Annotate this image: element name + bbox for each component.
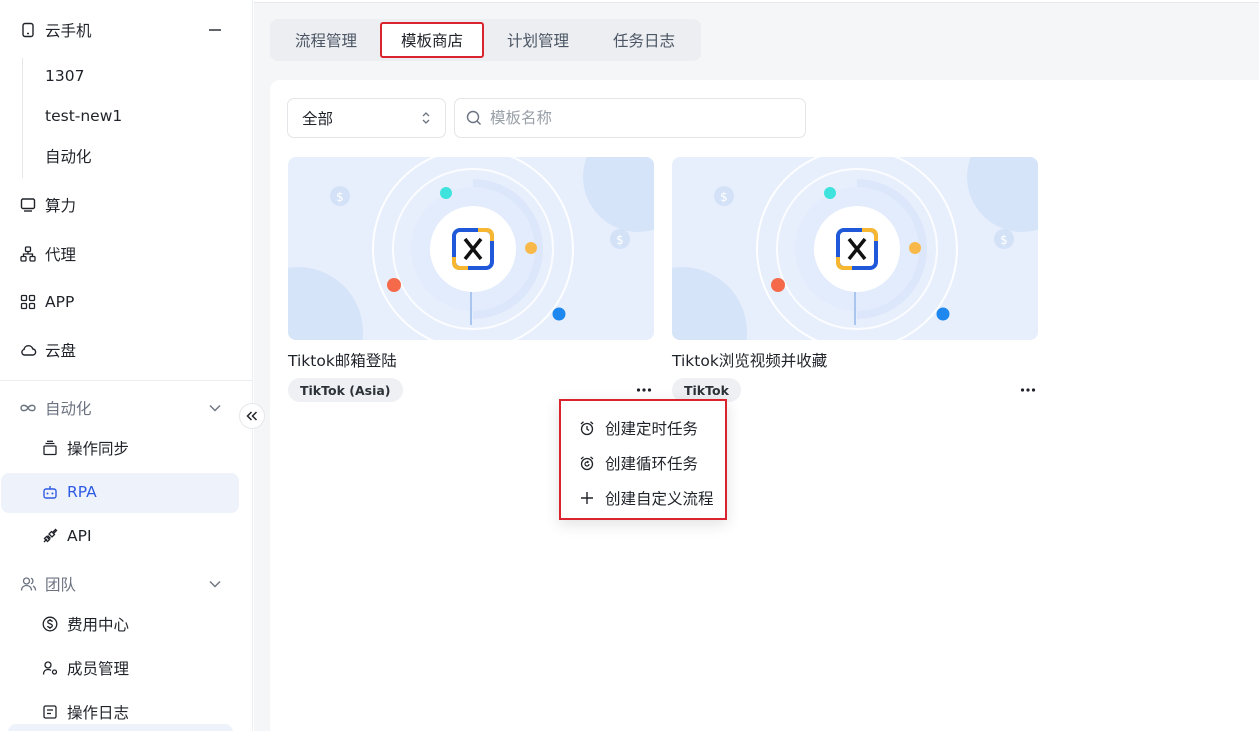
template-title: Tiktok浏览视频并收藏	[672, 352, 828, 370]
sidebar-item-app[interactable]: APP	[0, 282, 252, 322]
search-input[interactable]	[490, 107, 790, 129]
sidebar-group-label: 自动化	[45, 400, 92, 418]
top-bar	[254, 0, 1259, 3]
menu-item-create-loop-task[interactable]: 创建循环任务	[561, 445, 725, 480]
tab-plan-management[interactable]: 计划管理	[494, 19, 582, 61]
main-content: 流程管理 模板商店 计划管理 任务日志 全部 模板名称 $ $ Tiktok邮箱…	[254, 0, 1259, 731]
template-title: Tiktok邮箱登陆	[288, 352, 397, 370]
search-icon	[466, 110, 482, 130]
sidebar-item-label: 云盘	[45, 342, 77, 360]
template-panel: 全部 模板名称 $ $ Tiktok邮箱登陆 TikTok (Asia) $ $…	[270, 80, 1259, 731]
ellipsis-icon	[636, 388, 652, 392]
category-select[interactable]: 全部	[287, 98, 446, 138]
sidebar-item-billing[interactable]: 费用中心	[0, 604, 252, 644]
infinity-icon	[19, 399, 37, 417]
phone-icon	[19, 21, 37, 39]
template-card[interactable]: $ $ Tiktok邮箱登陆 TikTok (Asia)	[288, 157, 654, 405]
sidebar-item-label: API	[67, 527, 92, 545]
sidebar-item-members[interactable]: 成员管理	[0, 648, 252, 688]
sidebar-item-rpa[interactable]: RPA	[0, 472, 252, 512]
ellipsis-icon	[1020, 388, 1036, 392]
sidebar-item-label: 1307	[45, 67, 85, 85]
menu-item-label: 创建定时任务	[605, 419, 699, 438]
sidebar-item-cloud-phone[interactable]: 云手机	[0, 10, 252, 50]
sidebar-group-team[interactable]: 团队	[0, 564, 252, 604]
sidebar-phone-item[interactable]: 自动化	[0, 136, 252, 176]
tab-template-store[interactable]: 模板商店	[380, 22, 484, 58]
more-options-button[interactable]	[1018, 379, 1038, 401]
double-chevron-left-icon	[246, 411, 258, 421]
sidebar-item-label: 自动化	[45, 148, 92, 166]
sidebar-group-label: 团队	[45, 576, 77, 594]
search-box	[454, 98, 806, 138]
svg-text:$: $	[616, 233, 624, 247]
sidebar-item-label: 成员管理	[67, 660, 130, 678]
template-tag: TikTok (Asia)	[288, 378, 403, 402]
sidebar-item-label: 算力	[45, 197, 77, 215]
sidebar-item-label: 云手机	[45, 22, 92, 40]
template-banner: $ $	[672, 157, 1038, 340]
cloud-icon	[19, 341, 37, 359]
network-icon	[19, 245, 37, 263]
template-card[interactable]: $ $ Tiktok浏览视频并收藏 TikTok	[672, 157, 1038, 405]
divider	[0, 380, 252, 381]
more-options-button[interactable]	[634, 379, 654, 401]
repeat-clock-icon	[578, 454, 596, 472]
log-icon	[41, 703, 59, 721]
layers-icon	[41, 439, 59, 457]
collapse-sidebar-button[interactable]	[239, 403, 265, 429]
dollar-circle-icon	[41, 615, 59, 633]
sidebar-group-automation[interactable]: 自动化	[0, 388, 252, 428]
robot-icon	[41, 483, 59, 501]
template-banner: $ $	[288, 157, 654, 340]
svg-text:$: $	[1000, 233, 1008, 247]
sidebar-item-proxy[interactable]: 代理	[0, 234, 252, 274]
chevron-down-icon[interactable]	[207, 576, 223, 592]
alarm-clock-icon	[578, 419, 596, 437]
sidebar-item-label: 操作日志	[67, 704, 130, 722]
category-select-value: 全部	[302, 110, 334, 128]
template-action-menu: 创建定时任务 创建循环任务 创建自定义流程	[559, 399, 727, 520]
users-icon	[19, 575, 37, 593]
sidebar-item-compute[interactable]: 算力	[0, 185, 252, 225]
sidebar-item-label: 代理	[45, 246, 77, 264]
grid-icon	[19, 293, 37, 311]
sidebar-item-label: RPA	[67, 483, 97, 501]
collapse-minus-icon[interactable]	[207, 22, 223, 38]
tab-task-log[interactable]: 任务日志	[600, 19, 688, 61]
sidebar-item-label: test-new1	[45, 107, 123, 125]
sidebar-phone-item[interactable]: 1307	[0, 56, 252, 96]
menu-item-label: 创建循环任务	[605, 454, 699, 473]
tab-bar: 流程管理 模板商店 计划管理 任务日志	[270, 19, 701, 61]
sidebar-item-label: 操作同步	[67, 440, 130, 458]
menu-item-create-custom-flow[interactable]: 创建自定义流程	[561, 480, 725, 515]
sidebar-item-label: APP	[45, 293, 75, 311]
svg-text:$: $	[336, 190, 344, 204]
sidebar-selected-bg	[8, 724, 233, 731]
sidebar: 云手机 1307 test-new1 自动化 算力 代理 APP 云盘 自动化 …	[0, 0, 253, 731]
chevron-down-icon[interactable]	[207, 400, 223, 416]
sidebar-item-label: 费用中心	[67, 616, 130, 634]
menu-item-create-scheduled-task[interactable]: 创建定时任务	[561, 410, 725, 445]
menu-item-label: 创建自定义流程	[605, 489, 714, 508]
svg-text:$: $	[720, 190, 728, 204]
tab-flow-management[interactable]: 流程管理	[282, 19, 370, 61]
sidebar-item-sync[interactable]: 操作同步	[0, 428, 252, 468]
sort-arrows-icon	[421, 111, 431, 129]
monitor-icon	[19, 196, 37, 214]
sidebar-phone-item[interactable]: test-new1	[0, 96, 252, 136]
user-settings-icon	[41, 659, 59, 677]
plus-icon	[578, 489, 596, 507]
sidebar-item-api[interactable]: API	[0, 516, 252, 556]
sidebar-item-cloud-disk[interactable]: 云盘	[0, 330, 252, 370]
plug-icon	[41, 527, 59, 545]
